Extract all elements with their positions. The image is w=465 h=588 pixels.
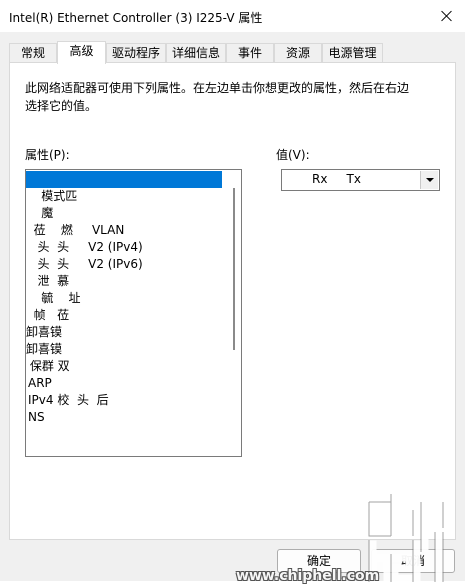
description-text: 此网络适配器可使用下列属性。在左边单击你想更改的属性，然后在右边选择它的值。 xyxy=(25,81,410,113)
tab-resources[interactable]: 资源 xyxy=(274,43,322,63)
property-label: 属性(P): xyxy=(25,148,70,162)
property-item[interactable]: 头 头 V2 (IPv6) xyxy=(26,256,142,273)
property-item[interactable]: 头 头 V2 (IPv4) xyxy=(26,239,142,256)
close-icon[interactable] xyxy=(428,0,465,32)
advanced-panel: 此网络适配器可使用下列属性。在左边单击你想更改的属性，然后在右边选择它的值。 属… xyxy=(9,62,456,540)
property-item[interactable]: 魔 xyxy=(26,205,53,222)
property-item[interactable]: IPv4 校 头 后 xyxy=(28,392,109,409)
tab-power-management[interactable]: 电源管理 xyxy=(322,43,383,63)
property-item[interactable]: 卸喜镆 xyxy=(26,341,62,358)
tab-events[interactable]: 事件 xyxy=(226,43,274,63)
value-dropdown[interactable]: Rx Tx xyxy=(281,169,440,191)
tab-driver[interactable]: 驱动程序 xyxy=(106,43,166,63)
tab-general[interactable]: 常规 xyxy=(9,43,57,63)
property-item[interactable]: 模式匹 xyxy=(26,188,77,205)
tab-advanced[interactable]: 高级 xyxy=(57,41,106,64)
tab-strip: 常规 高级 驱动程序 详细信息 事件 资源 电源管理 xyxy=(9,41,456,64)
property-item[interactable]: 泄 慕 xyxy=(26,273,69,290)
properties-dialog: 常规 高级 驱动程序 详细信息 事件 资源 电源管理 此网络适配器可使用下列属性… xyxy=(0,32,465,584)
list-scrollbar[interactable] xyxy=(228,170,241,456)
property-item[interactable]: 保群 双 xyxy=(26,358,70,375)
window-title: Intel(R) Ethernet Controller (3) I225-V … xyxy=(9,11,263,25)
value-label: 值(V): xyxy=(276,148,310,162)
selected-value: Rx Tx xyxy=(312,172,361,186)
watermark-text: www.chiphell.com xyxy=(236,568,380,584)
property-item[interactable] xyxy=(26,171,222,188)
property-item[interactable]: 莅 燃 VLAN xyxy=(26,222,125,239)
property-item[interactable]: ARP xyxy=(28,375,52,392)
title-bar: Intel(R) Ethernet Controller (3) I225-V … xyxy=(0,0,465,32)
scroll-thumb[interactable] xyxy=(233,188,235,350)
property-list[interactable]: 模式匹 魔 莅 燃 VLAN 头 头 V2 (IPv4) 头 头 V2 (IPv… xyxy=(25,169,242,457)
property-item[interactable]: 帧 莅 xyxy=(26,307,69,324)
chevron-down-icon[interactable] xyxy=(420,171,438,189)
tab-details[interactable]: 详细信息 xyxy=(166,43,226,63)
property-item[interactable]: 毓 址 xyxy=(26,290,80,307)
property-item[interactable]: 卸喜镆 xyxy=(26,324,62,341)
property-item[interactable]: NS xyxy=(28,409,45,426)
